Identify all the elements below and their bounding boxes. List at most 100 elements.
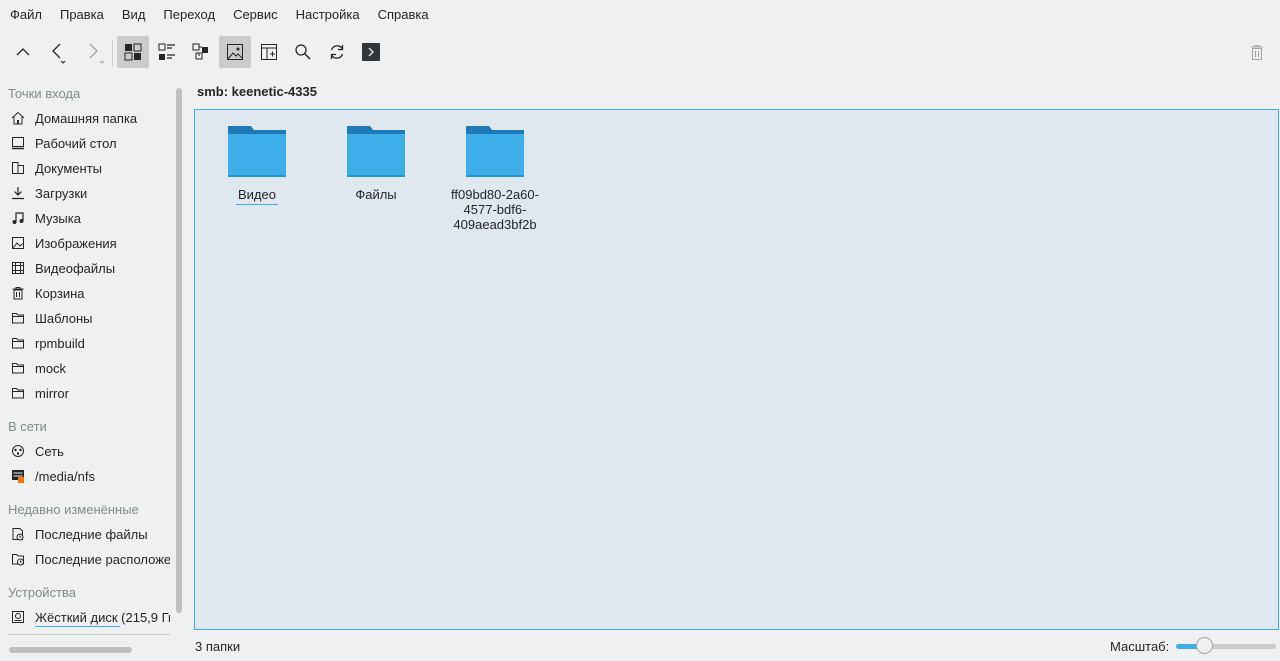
trash-icon <box>11 286 25 300</box>
menu-file[interactable]: Файл <box>0 0 51 28</box>
sidebar-item-recent-locations[interactable]: Последние расположения <box>0 547 170 571</box>
sidebar-item-trash[interactable]: Корзина <box>0 281 170 305</box>
menu-settings[interactable]: Настройка <box>287 0 369 28</box>
menu-edit[interactable]: Правка <box>51 0 113 28</box>
menu-go[interactable]: Переход <box>154 0 224 28</box>
folder-icon <box>228 126 286 177</box>
zoom-label: Масштаб: <box>1110 639 1170 654</box>
details-view-icon <box>158 43 175 60</box>
search-button[interactable] <box>287 36 319 68</box>
file-view[interactable]: Видео Файлы ff09bd80-2a60- 4577-bdf6- 40… <box>194 109 1279 630</box>
documents-icon <box>11 161 25 175</box>
folder-icon <box>11 386 25 400</box>
folder-icon <box>11 311 25 325</box>
music-icon <box>11 211 25 225</box>
nfs-drive-icon <box>11 469 25 483</box>
sidebar-item-downloads[interactable]: Загрузки <box>0 181 170 205</box>
trash-button[interactable] <box>1241 36 1273 68</box>
section-header-recent: Недавно изменённые <box>8 502 139 517</box>
sidebar-item-documents[interactable]: Документы <box>0 156 170 180</box>
refresh-icon <box>330 45 344 59</box>
downloads-icon <box>11 186 25 200</box>
folder-icon <box>347 126 405 177</box>
toolbar-separator <box>112 40 113 66</box>
sidebar-item-label: Документы <box>35 160 103 176</box>
recent-locations-icon <box>11 552 25 566</box>
free-space-bar <box>35 626 120 627</box>
sidebar-item-mock[interactable]: mock <box>0 356 170 380</box>
back-icon <box>52 43 66 64</box>
sidebar-item-label: Шаблоны <box>35 310 93 326</box>
menubar: Файл Правка Вид Переход Сервис Настройка… <box>0 0 1280 28</box>
sidebar-item-label: mock <box>35 360 67 376</box>
up-button[interactable] <box>7 36 39 68</box>
sidebar-item-music[interactable]: Музыка <box>0 206 170 230</box>
sidebar-item-label: /media/nfs <box>35 468 95 484</box>
details-view-button[interactable] <box>151 36 183 68</box>
sidebar-item-rpmbuild[interactable]: rpmbuild <box>0 331 170 355</box>
search-icon <box>295 44 311 60</box>
sidebar-item-label: Корзина <box>35 285 85 301</box>
sidebar-item-label: Загрузки <box>35 185 88 201</box>
compact-view-button[interactable] <box>185 36 217 68</box>
sidebar-item-media-nfs[interactable]: /media/nfs <box>0 464 170 488</box>
sidebar-item-home[interactable]: Домашняя папка <box>0 106 170 130</box>
folder-name: Файлы <box>355 187 397 202</box>
menu-view[interactable]: Вид <box>113 0 155 28</box>
forward-icon <box>89 43 104 64</box>
zoom-slider-handle[interactable] <box>1196 637 1213 654</box>
preview-button[interactable] <box>219 36 251 68</box>
folder-item-uuid[interactable]: ff09bd80-2a60- 4577-bdf6- 409aead3bf2b <box>440 124 550 232</box>
split-view-icon <box>261 44 277 60</box>
desktop-icon <box>11 136 25 150</box>
back-button[interactable] <box>42 36 74 68</box>
sidebar-item-label: mirror <box>35 385 69 401</box>
sidebar-item-desktop[interactable]: Рабочий стол <box>0 131 170 155</box>
sidebar-item-label: Рабочий стол <box>35 135 117 151</box>
sidebar-item-label: Сеть <box>35 443 64 459</box>
menu-tools[interactable]: Сервис <box>224 0 287 28</box>
sidebar-item-mirror[interactable]: mirror <box>0 381 170 405</box>
refresh-button[interactable] <box>321 36 353 68</box>
sidebar-item-label: Жёсткий диск (215,9 ГиБ) <box>35 609 170 625</box>
folder-name: Видео <box>236 187 278 205</box>
menu-help[interactable]: Справка <box>369 0 438 28</box>
section-header-places: Точки входа <box>8 86 81 101</box>
status-text: 3 папки <box>195 639 241 654</box>
terminal-icon <box>362 43 380 61</box>
folder-icon <box>11 336 25 350</box>
sidebar-item-network[interactable]: Сеть <box>0 439 170 463</box>
folder-icon <box>11 361 25 375</box>
sidebar-item-recent-files[interactable]: Последние файлы <box>0 522 170 546</box>
video-icon <box>11 261 25 275</box>
icons-view-button[interactable] <box>117 36 149 68</box>
forward-button[interactable] <box>76 36 108 68</box>
sidebar-item-templates[interactable]: Шаблоны <box>0 306 170 330</box>
section-header-network: В сети <box>8 419 47 434</box>
compact-view-icon <box>192 43 208 60</box>
location-label: smb: keenetic-4335 <box>197 84 317 99</box>
sidebar-vertical-scrollbar[interactable] <box>176 88 182 613</box>
sidebar-item-label: Видеофайлы <box>35 260 116 276</box>
split-view-button[interactable] <box>253 36 285 68</box>
section-header-devices: Устройства <box>8 585 77 600</box>
terminal-button[interactable] <box>355 36 387 68</box>
sidebar-item-label: Домашняя папка <box>35 110 138 126</box>
sidebar-item-videos[interactable]: Видеофайлы <box>0 256 170 280</box>
folder-item-files[interactable]: Файлы <box>321 124 431 202</box>
zoom-slider[interactable] <box>1176 637 1276 654</box>
folder-name: ff09bd80-2a60- 4577-bdf6- 409aead3bf2b <box>451 187 539 232</box>
sidebar-item-label: Музыка <box>35 210 81 226</box>
images-icon <box>11 236 25 250</box>
folder-item-video[interactable]: Видео <box>202 124 312 205</box>
trash-icon <box>1251 45 1263 60</box>
sidebar-horizontal-scrollbar[interactable] <box>9 647 132 653</box>
recent-files-icon <box>11 527 25 541</box>
toolbar <box>0 34 1280 70</box>
sidebar-item-images[interactable]: Изображения <box>0 231 170 255</box>
home-icon <box>11 111 25 125</box>
sidebar-item-divider <box>8 634 170 635</box>
sidebar-item-label: Последние расположения <box>35 551 170 567</box>
sidebar-item-label: rpmbuild <box>35 335 85 351</box>
up-icon <box>16 48 30 56</box>
